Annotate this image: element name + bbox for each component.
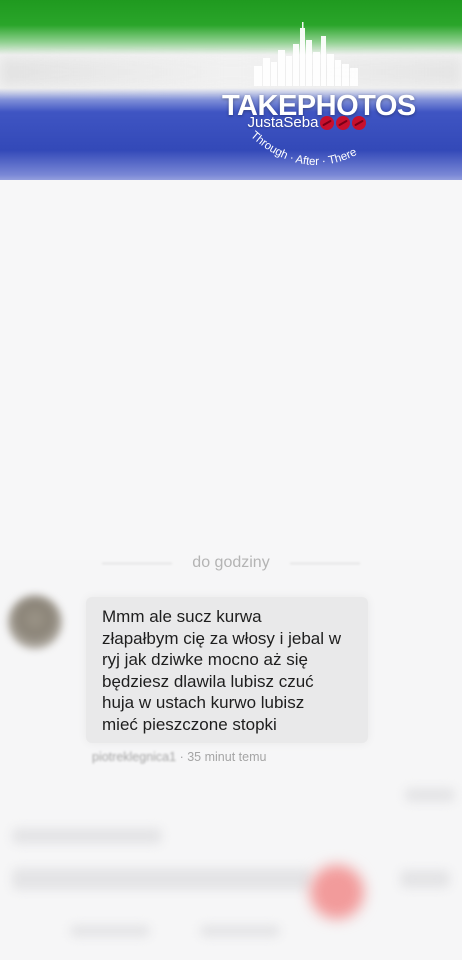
message-text: Mmm ale sucz kurwa złapałbym cię za włos… — [102, 607, 342, 734]
divider-line — [102, 562, 173, 564]
blurred-element — [70, 925, 150, 937]
message-time: 35 minut temu — [187, 750, 267, 764]
kiss-lips-icon — [336, 115, 351, 130]
watermark-tagline-text: Through · After · There — [248, 130, 359, 168]
blurred-element — [405, 788, 455, 802]
blurred-element — [200, 925, 280, 937]
blurred-action-button[interactable] — [310, 865, 364, 919]
divider-line — [289, 562, 360, 564]
city-skyline-icon — [254, 22, 358, 86]
message-author[interactable]: piotreklegnica1 — [92, 750, 176, 764]
blurred-lower-area — [0, 780, 462, 960]
svg-text:Through · After · There: Through · After · There — [248, 130, 359, 168]
date-divider-label: do godziny — [192, 554, 270, 571]
date-divider: do godziny — [0, 552, 462, 574]
blurred-element — [400, 870, 450, 888]
blurred-input-field — [12, 868, 312, 890]
watermark-name: JustaSeba — [222, 114, 392, 131]
blurred-content-area — [0, 180, 462, 560]
kiss-lips-icon — [352, 115, 367, 130]
kiss-lips-icon — [320, 115, 335, 130]
watermark-tagline: Through · After · There — [248, 130, 359, 168]
message-meta: piotreklegnica1 · 35 minut temu — [92, 750, 352, 764]
sender-avatar[interactable] — [8, 595, 62, 649]
takephotos-watermark: TAKEPHOTOS JustaSeba Through · After · T… — [222, 18, 416, 178]
meta-separator: · — [179, 750, 184, 764]
blurred-element — [12, 828, 162, 844]
watermark-name-text: JustaSeba — [247, 114, 319, 131]
